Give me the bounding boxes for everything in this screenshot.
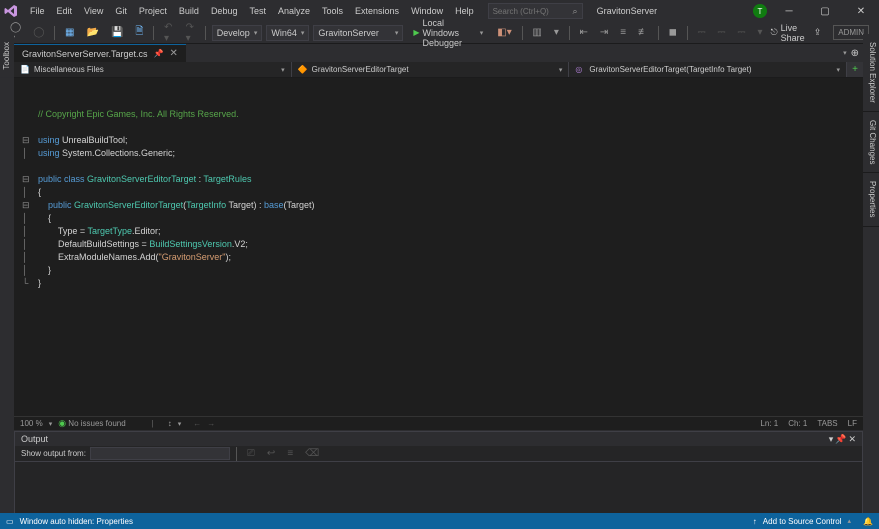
minimize-button[interactable]: ─	[775, 1, 803, 21]
platform-dropdown[interactable]: Win64▾	[266, 25, 309, 41]
open-button[interactable]: 📂	[82, 25, 102, 40]
class-icon: 🔶	[298, 65, 308, 75]
scc-add-icon[interactable]: ↑	[753, 517, 757, 526]
save-button[interactable]: 💾	[107, 25, 127, 40]
output-source-dropdown[interactable]	[90, 447, 230, 460]
code-editor[interactable]: // Copyright Epic Games, Inc. All Rights…	[14, 78, 863, 416]
error-nav-icon[interactable]: ↕	[168, 419, 172, 428]
tool-btn-1[interactable]: ▥	[528, 25, 545, 40]
status-caret-ch: Ch: 1	[788, 419, 807, 428]
search-input[interactable]	[493, 7, 563, 16]
status-lineending[interactable]: LF	[848, 419, 857, 428]
tool-btn-2[interactable]: ▾	[550, 25, 563, 40]
properties-tab[interactable]: Properties	[863, 173, 879, 226]
prev-issue-icon[interactable]: ←	[193, 419, 201, 428]
git-changes-tab[interactable]: Git Changes	[863, 112, 879, 173]
tab-label: GravitonServerServer.Target.cs	[22, 49, 148, 59]
vs-logo-icon	[4, 4, 18, 18]
tab-close-button[interactable]: ✕	[170, 48, 178, 59]
output-clear-icon[interactable]: ⎚	[243, 446, 259, 461]
menu-debug[interactable]: Debug	[205, 3, 244, 19]
editor-status-bar: 100 % ▾ ◉ No issues found | ↕ ▾ ← → Ln: …	[14, 416, 863, 430]
menu-build[interactable]: Build	[173, 3, 205, 19]
issue-badge[interactable]: ◉ No issues found	[58, 418, 125, 429]
output-from-label: Show output from:	[21, 449, 86, 458]
config-dropdown[interactable]: Develop▾	[212, 25, 263, 41]
menu-extensions[interactable]: Extensions	[349, 3, 405, 19]
status-caret-ln: Ln: 1	[760, 419, 778, 428]
debug-target-button[interactable]: ◧▾	[493, 25, 515, 40]
solution-name: GravitonServer	[597, 6, 658, 16]
output-content[interactable]	[15, 462, 862, 470]
output-title: Output	[21, 434, 48, 444]
zoom-level[interactable]: 100 %	[20, 419, 43, 428]
output-pin-icon[interactable]: ▾	[829, 434, 834, 445]
menu-tools[interactable]: Tools	[316, 3, 349, 19]
notifications-icon[interactable]: 🔔	[863, 517, 873, 526]
toolbar: ◯ ▾ ◯ ▦ 📂 💾 🗎 ↶ ▾ ↷ ▾ Develop▾ Win64▾ Gr…	[0, 22, 879, 44]
redo-button[interactable]: ↷ ▾	[182, 20, 200, 46]
menu-test[interactable]: Test	[243, 3, 272, 19]
search-icon: ⌕	[573, 6, 578, 17]
file-icon: 📄	[20, 65, 30, 75]
format-btn-3[interactable]: ⎓	[734, 25, 750, 40]
pin-icon[interactable]: 📌	[154, 49, 164, 58]
saveall-button[interactable]: 🗎	[131, 22, 147, 43]
next-issue-icon[interactable]: →	[207, 419, 215, 428]
uncomment-button[interactable]: ≢	[634, 25, 652, 40]
undo-button[interactable]: ↶ ▾	[160, 20, 178, 46]
solution-explorer-tab[interactable]: Solution Explorer	[863, 34, 879, 112]
bookmark-button[interactable]: ◼	[665, 25, 681, 40]
new-button[interactable]: ▦	[61, 25, 78, 40]
output-panel: Output ▾ 📌 ✕ Show output from: ⎚ ↩ ≡ ⌫	[14, 431, 863, 519]
nav-scope[interactable]: 📄 Miscellaneous Files▾	[14, 62, 292, 77]
method-icon: ◎	[575, 65, 585, 75]
tab-overflow-icon[interactable]: ▾	[843, 49, 847, 57]
toolbox-tab[interactable]: Toolbox	[0, 34, 14, 78]
file-tab[interactable]: GravitonServerServer.Target.cs 📌 ✕	[14, 44, 186, 62]
search-box[interactable]: ⌕	[488, 3, 583, 19]
output-autohide-icon[interactable]: 📌	[835, 434, 846, 445]
nav-fwd-button[interactable]: ◯	[29, 25, 48, 40]
user-badge[interactable]: T	[753, 4, 767, 18]
menu-project[interactable]: Project	[133, 3, 173, 19]
status-bar: ▭ Window auto hidden: Properties ↑ Add t…	[0, 513, 879, 529]
output-clearall-icon[interactable]: ⌫	[301, 446, 323, 461]
editor-scrollbar[interactable]	[851, 78, 863, 416]
overflow-button[interactable]: ▾	[754, 25, 767, 40]
maximize-button[interactable]: ▢	[811, 1, 839, 21]
indent-left-button[interactable]: ⇤	[575, 25, 591, 40]
menu-file[interactable]: File	[24, 3, 51, 19]
scc-button[interactable]: Add to Source Control	[763, 517, 842, 526]
nav-member[interactable]: ◎ GravitonServerEditorTarget(TargetInfo …	[569, 62, 847, 77]
status-tabs[interactable]: TABS	[817, 419, 837, 428]
menu-analyze[interactable]: Analyze	[272, 3, 316, 19]
nav-type[interactable]: 🔶 GravitonServerEditorTarget▾	[292, 62, 570, 77]
tab-plus-icon[interactable]: ⊕	[851, 48, 859, 59]
menu-git[interactable]: Git	[109, 3, 133, 19]
menu-edit[interactable]: Edit	[51, 3, 79, 19]
comment-button[interactable]: ≡	[616, 25, 630, 40]
output-wrap-icon[interactable]: ↩	[263, 446, 279, 461]
status-message: Window auto hidden: Properties	[20, 517, 133, 526]
run-button[interactable]: ▶Local Windows Debugger▾	[407, 16, 489, 50]
output-close-icon[interactable]: ✕	[848, 434, 856, 445]
output-goto-icon[interactable]: ≡	[283, 446, 297, 461]
status-autohide-icon[interactable]: ▭	[6, 517, 14, 526]
format-btn-2[interactable]: ⎓	[714, 25, 730, 40]
share-icon[interactable]: ⇪	[814, 27, 822, 38]
menu-view[interactable]: View	[78, 3, 109, 19]
startup-dropdown[interactable]: GravitonServer▾	[313, 25, 403, 41]
liveshare-button[interactable]: Live Share	[781, 23, 805, 43]
liveshare-icon[interactable]: ⎋	[771, 27, 778, 38]
nav-add-button[interactable]: +	[847, 62, 863, 77]
close-button[interactable]: ✕	[847, 1, 875, 21]
format-btn-1[interactable]: ⎓	[694, 25, 710, 40]
indent-right-button[interactable]: ⇥	[596, 25, 612, 40]
